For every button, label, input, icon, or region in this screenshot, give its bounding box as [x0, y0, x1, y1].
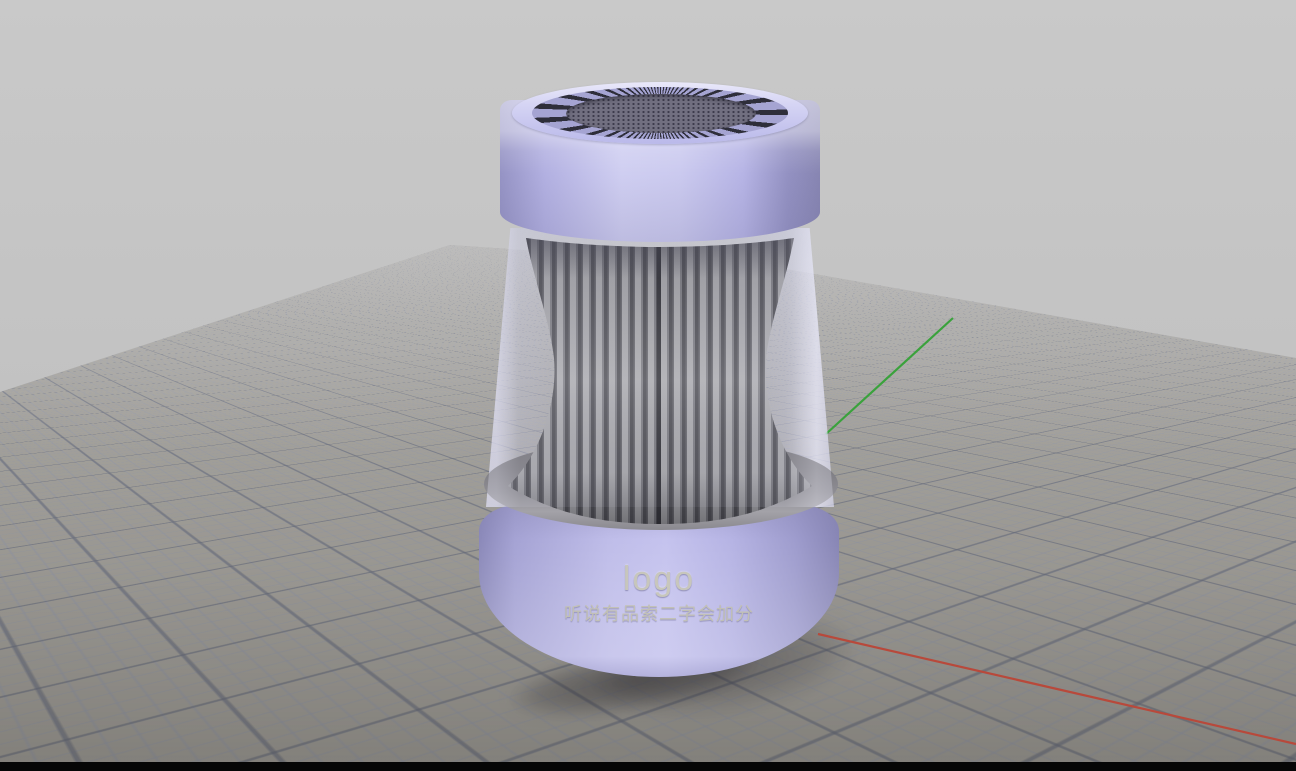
vent-mesh — [566, 94, 756, 133]
render-viewport[interactable]: logo 听说有品索二字会加分 — [0, 0, 1296, 771]
filter-fins — [492, 234, 828, 526]
fin-shading — [508, 238, 812, 524]
letterbox-bar — [0, 762, 1296, 771]
